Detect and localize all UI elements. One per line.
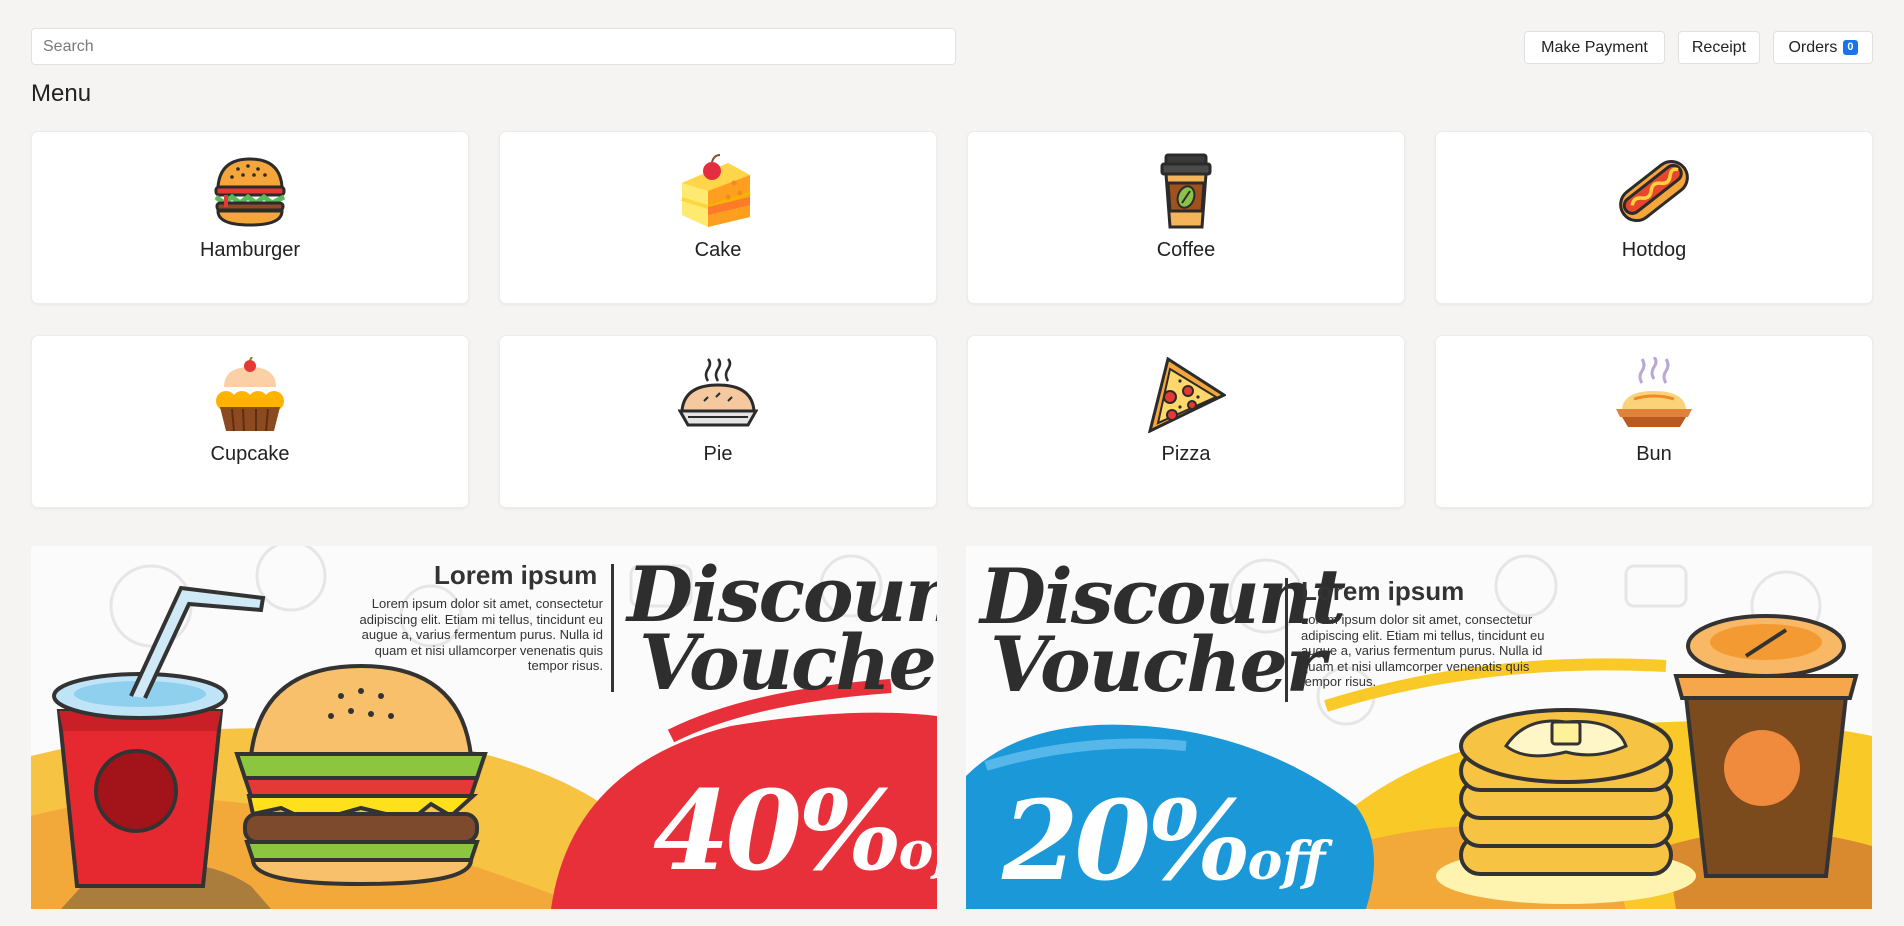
receipt-button[interactable]: Receipt xyxy=(1678,31,1760,64)
banner-discount: 20%off xyxy=(1002,786,1325,909)
menu-item-pizza[interactable]: Pizza xyxy=(967,335,1405,508)
make-payment-button[interactable]: Make Payment xyxy=(1524,31,1665,64)
menu-item-label: Pizza xyxy=(1161,443,1211,465)
menu-item-label: Coffee xyxy=(1156,239,1216,261)
menu-item-cupcake[interactable]: Cupcake xyxy=(31,335,469,508)
pie-icon xyxy=(678,358,758,427)
hamburger-icon xyxy=(214,157,286,227)
menu-item-cake[interactable]: Cake xyxy=(499,131,937,304)
menu-item-label: Cake xyxy=(694,239,742,261)
orders-button[interactable]: Orders 0 xyxy=(1773,31,1873,64)
banner-discount-percent: 40% xyxy=(653,766,903,895)
banner-title-line2: Voucher xyxy=(639,618,937,707)
menu-item-hotdog[interactable]: Hotdog xyxy=(1435,131,1873,304)
banner-divider xyxy=(1285,578,1288,702)
menu-item-label: Bun xyxy=(1636,443,1672,465)
banner-body: Lorem ipsum dolor sit amet, consectetur … xyxy=(1301,612,1545,689)
orders-count-badge: 0 xyxy=(1843,40,1858,55)
hotdog-icon xyxy=(1619,159,1689,223)
banner-discount-off: off xyxy=(898,821,937,882)
menu-item-pie[interactable]: Pie xyxy=(499,335,937,508)
banner-heading: Lorem ipsum xyxy=(1301,576,1465,606)
coffee-icon xyxy=(1160,153,1212,229)
banner-heading: Lorem ipsum xyxy=(434,560,598,590)
cake-icon xyxy=(681,154,751,227)
search-input[interactable] xyxy=(31,28,956,65)
menu-grid: Hamburger Cake Coffee Hotdog Cupcake Pie… xyxy=(31,131,1873,508)
promo-banners: Lorem ipsum Lorem ipsum dolor sit amet, … xyxy=(31,546,1873,909)
pizza-icon xyxy=(1147,357,1226,433)
make-payment-label: Make Payment xyxy=(1541,38,1648,56)
menu-item-label: Cupcake xyxy=(210,443,290,465)
menu-item-label: Hotdog xyxy=(1621,239,1687,261)
voucher-banner-40[interactable]: Lorem ipsum Lorem ipsum dolor sit amet, … xyxy=(31,546,937,909)
top-bar: Make Payment Receipt Orders 0 xyxy=(31,28,1873,66)
banner-discount-percent: 20% xyxy=(1002,776,1252,905)
menu-item-label: Pie xyxy=(703,443,733,465)
banner-divider xyxy=(611,564,614,692)
banner-body: Lorem ipsum dolor sit amet, consectetur … xyxy=(359,596,603,673)
banner-title-line2: Voucher xyxy=(990,620,1326,709)
menu-item-bun[interactable]: Bun xyxy=(1435,335,1873,508)
banner-discount-off: off xyxy=(1247,831,1326,892)
menu-item-coffee[interactable]: Coffee xyxy=(967,131,1405,304)
menu-title: Menu xyxy=(31,80,92,107)
menu-item-hamburger[interactable]: Hamburger xyxy=(31,131,469,304)
menu-item-label: Hamburger xyxy=(199,239,301,261)
banner-discount: 40%off xyxy=(653,776,937,907)
cupcake-icon xyxy=(216,357,284,432)
orders-label: Orders xyxy=(1788,38,1838,56)
bun-icon xyxy=(1616,357,1692,427)
voucher-banner-20[interactable]: Discount Voucher Lorem ipsum Lorem ipsum… xyxy=(966,546,1872,909)
receipt-label: Receipt xyxy=(1691,38,1747,56)
